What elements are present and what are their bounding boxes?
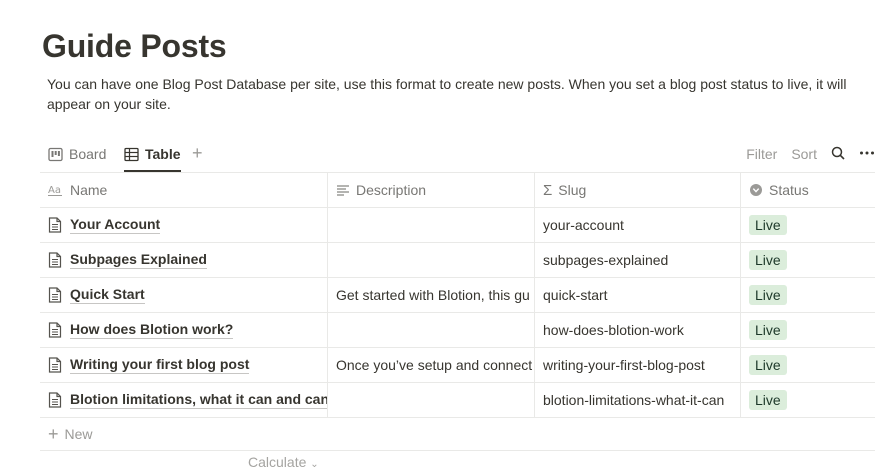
status-icon <box>750 184 762 196</box>
table-row[interactable]: How does Blotion work? how-does-blotion-… <box>40 313 875 348</box>
status-badge: Live <box>749 285 787 305</box>
row-description-cell[interactable] <box>328 243 535 277</box>
row-name-cell[interactable]: Writing your first blog post <box>40 348 328 382</box>
tab-board-label: Board <box>69 146 107 162</box>
board-icon <box>48 147 63 161</box>
row-name-cell[interactable]: Blotion limitations, what it can and can <box>40 383 328 417</box>
page-icon <box>48 392 62 408</box>
row-name-cell[interactable]: Your Account <box>40 208 328 242</box>
table-row[interactable]: Subpages Explained subpages-explained Li… <box>40 243 875 278</box>
row-status-cell[interactable]: Live <box>741 348 875 382</box>
row-slug-cell[interactable]: blotion-limitations-what-it-can <box>535 383 741 417</box>
row-slug: quick-start <box>543 287 608 303</box>
page-description: You can have one Blog Post Database per … <box>47 76 847 112</box>
row-slug-cell[interactable]: writing-your-first-blog-post <box>535 348 741 382</box>
table-row[interactable]: Quick Start Get started with Blotion, th… <box>40 278 875 313</box>
page-icon <box>48 287 62 303</box>
chevron-down-icon: ⌄ <box>310 459 319 470</box>
column-header-description[interactable]: Description <box>328 173 535 207</box>
search-button[interactable] <box>831 146 845 163</box>
row-description-cell[interactable] <box>328 313 535 347</box>
row-name: How does Blotion work? <box>70 321 234 339</box>
title-property-icon: Aa <box>48 185 62 196</box>
row-slug: how-does-blotion-work <box>543 322 684 338</box>
row-name: Your Account <box>70 216 161 234</box>
text-property-icon <box>337 185 349 196</box>
row-description-cell[interactable]: Get started with Blotion, this gu <box>328 278 535 312</box>
status-badge: Live <box>749 355 787 375</box>
database-table: Aa Name Description Σ Slug Status Your A… <box>40 173 875 451</box>
status-badge: Live <box>749 390 787 410</box>
status-badge: Live <box>749 215 787 235</box>
column-header-name[interactable]: Aa Name <box>40 173 328 207</box>
page-icon <box>48 252 62 268</box>
row-slug-cell[interactable]: how-does-blotion-work <box>535 313 741 347</box>
row-name: Blotion limitations, what it can and can <box>70 391 328 409</box>
tab-table-label: Table <box>145 146 181 162</box>
more-icon <box>860 151 874 154</box>
table-icon <box>124 147 139 161</box>
table-row[interactable]: Your Account your-account Live <box>40 208 875 243</box>
row-name-cell[interactable]: Quick Start <box>40 278 328 312</box>
row-name-cell[interactable]: Subpages Explained <box>40 243 328 277</box>
row-status-cell[interactable]: Live <box>741 208 875 242</box>
tab-table[interactable]: Table <box>124 138 181 172</box>
row-description: Once you’ve setup and connect <box>336 357 533 373</box>
table-row[interactable]: Blotion limitations, what it can and can… <box>40 383 875 418</box>
table-row[interactable]: Writing your first blog post Once you’ve… <box>40 348 875 383</box>
row-name-cell[interactable]: How does Blotion work? <box>40 313 328 347</box>
row-slug-cell[interactable]: your-account <box>535 208 741 242</box>
table-header: Aa Name Description Σ Slug Status <box>40 173 875 208</box>
plus-icon: + <box>48 424 59 444</box>
row-status-cell[interactable]: Live <box>741 383 875 417</box>
row-status-cell[interactable]: Live <box>741 243 875 277</box>
column-header-slug[interactable]: Σ Slug <box>535 173 741 207</box>
row-slug: your-account <box>543 217 624 233</box>
search-icon <box>831 146 845 160</box>
row-description: Get started with Blotion, this gu <box>336 287 530 303</box>
status-badge: Live <box>749 250 787 270</box>
tab-board[interactable]: Board <box>48 138 106 170</box>
row-slug-cell[interactable]: subpages-explained <box>535 243 741 277</box>
column-header-status[interactable]: Status <box>741 173 875 207</box>
filter-button[interactable]: Filter <box>746 146 777 162</box>
page-icon <box>48 357 62 373</box>
new-row-button[interactable]: + New <box>40 418 875 451</box>
row-slug: writing-your-first-blog-post <box>543 357 705 373</box>
view-tools: Filter Sort <box>732 138 875 170</box>
page-icon <box>48 322 62 338</box>
row-name: Subpages Explained <box>70 251 207 269</box>
row-status-cell[interactable]: Live <box>741 278 875 312</box>
svg-text:Aa: Aa <box>48 185 61 196</box>
formula-icon: Σ <box>543 181 553 199</box>
page-icon <box>48 217 62 233</box>
row-slug: subpages-explained <box>543 252 669 268</box>
row-slug: blotion-limitations-what-it-can <box>543 392 725 408</box>
row-slug-cell[interactable]: quick-start <box>535 278 741 312</box>
view-bar: Board Table + Filter Sort <box>40 138 875 173</box>
row-description-cell[interactable] <box>328 383 535 417</box>
row-status-cell[interactable]: Live <box>741 313 875 347</box>
row-name: Writing your first blog post <box>70 356 250 374</box>
plus-icon: + <box>192 143 203 163</box>
page-title: Guide Posts <box>42 28 227 64</box>
calculate-button[interactable]: Calculate ⌄ <box>248 454 319 470</box>
row-description-cell[interactable] <box>328 208 535 242</box>
sort-button[interactable]: Sort <box>791 146 817 162</box>
row-description-cell[interactable]: Once you’ve setup and connect <box>328 348 535 382</box>
more-button[interactable] <box>859 146 875 163</box>
status-badge: Live <box>749 320 787 340</box>
add-view-button[interactable]: + <box>192 143 203 163</box>
row-name: Quick Start <box>70 286 145 304</box>
